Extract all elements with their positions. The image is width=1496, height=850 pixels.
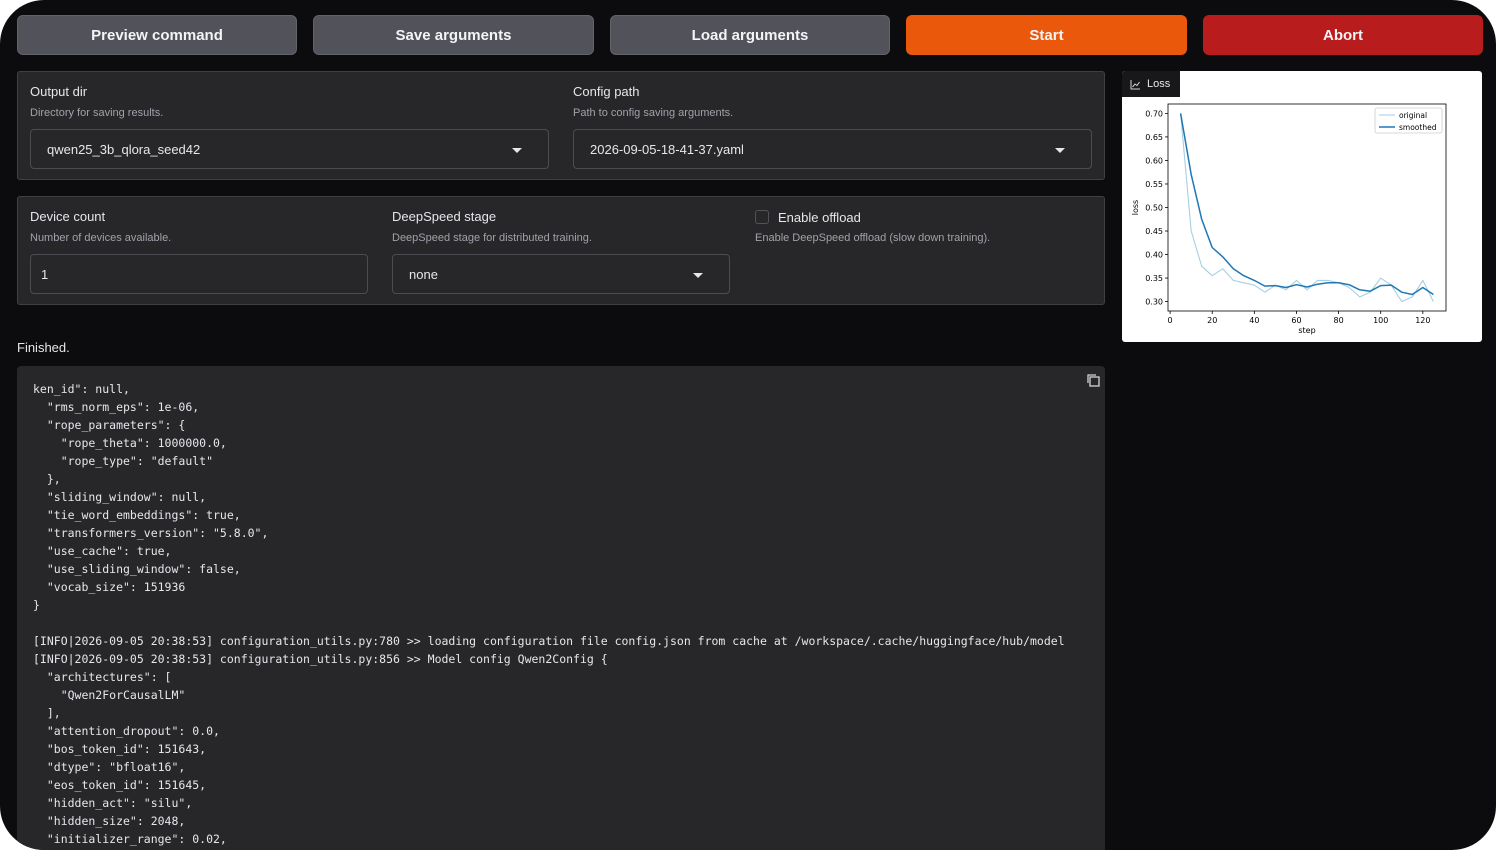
output-dir-info: Directory for saving results.	[30, 107, 164, 119]
log-text: ken_id": null, "rms_norm_eps": 1e-06, "r…	[33, 382, 1065, 846]
x-tick-label: 0	[1168, 316, 1173, 325]
tab-loss[interactable]: Loss	[1122, 71, 1180, 97]
device-count-label: Device count	[30, 209, 106, 224]
output-dir-label: Output dir	[30, 84, 88, 99]
legend-label: original	[1399, 111, 1427, 120]
y-axis-label: loss	[1131, 200, 1140, 215]
x-axis-label: step	[1298, 326, 1315, 335]
paths-panel: Output dir Directory for saving results.…	[17, 71, 1105, 180]
x-tick-label: 40	[1249, 316, 1259, 325]
loss-chart: 0 20 40 60 80 100 120 0.30 0.35 0.40 0.45 0.50 0.55 0…	[1131, 103, 1447, 335]
chevron-down-icon	[693, 273, 703, 278]
legend-label: smoothed	[1399, 123, 1437, 132]
deepspeed-stage-info: DeepSpeed stage for distributed training…	[392, 232, 592, 244]
loss-chart-panel: 0 20 40 60 80 100 120 0.30 0.35 0.40 0.45 0.50 0.55 0…	[1122, 71, 1482, 342]
start-button[interactable]: Start	[906, 15, 1187, 55]
x-tick-label: 60	[1291, 316, 1301, 325]
output-dir-value: qwen25_3b_qlora_seed42	[47, 142, 201, 157]
device-panel: Device count Number of devices available…	[17, 196, 1105, 305]
save-arguments-button[interactable]: Save arguments	[313, 15, 594, 55]
config-path-dropdown[interactable]: 2026-09-05-18-41-37.yaml	[573, 129, 1092, 169]
y-tick-label: 0.45	[1145, 227, 1163, 236]
y-tick-label: 0.40	[1145, 251, 1163, 260]
config-path-value: 2026-09-05-18-41-37.yaml	[590, 142, 744, 157]
y-tick-label: 0.60	[1145, 156, 1163, 165]
enable-offload-info: Enable DeepSpeed offload (slow down trai…	[755, 232, 991, 244]
preview-command-button[interactable]: Preview command	[17, 15, 297, 55]
plot-frame	[1167, 103, 1447, 312]
status-text: Finished.	[17, 340, 70, 355]
y-tick-label: 0.70	[1145, 109, 1163, 118]
copy-icon[interactable]	[1085, 372, 1101, 388]
y-tick-label: 0.55	[1145, 180, 1163, 189]
chart-tab-label: Loss	[1147, 78, 1171, 90]
series-line-smoothed	[1179, 113, 1434, 296]
y-tick-label: 0.35	[1145, 274, 1163, 283]
series-line-original	[1180, 113, 1434, 303]
y-tick-label: 0.50	[1145, 204, 1163, 213]
config-path-info: Path to config saving arguments.	[573, 107, 734, 119]
output-dir-dropdown[interactable]: qwen25_3b_qlora_seed42	[30, 129, 549, 169]
x-tick-label: 80	[1333, 316, 1343, 325]
abort-button[interactable]: Abort	[1203, 15, 1483, 55]
enable-offload-label[interactable]: Enable offload	[778, 210, 861, 225]
load-arguments-button[interactable]: Load arguments	[610, 15, 890, 55]
device-count-info: Number of devices available.	[30, 232, 172, 244]
deepspeed-stage-value: none	[409, 267, 438, 282]
enable-offload-checkbox[interactable]	[755, 210, 769, 224]
output-log[interactable]: ken_id": null, "rms_norm_eps": 1e-06, "r…	[17, 366, 1105, 850]
x-tick-label: 120	[1415, 316, 1430, 325]
chart-icon	[1130, 79, 1140, 89]
y-tick-label: 0.30	[1145, 298, 1163, 307]
device-count-input[interactable]: 1	[30, 254, 368, 294]
config-path-label: Config path	[573, 84, 640, 99]
chevron-down-icon	[1055, 148, 1065, 153]
x-tick-label: 100	[1373, 316, 1388, 325]
x-tick-label: 20	[1207, 316, 1217, 325]
y-tick-label: 0.65	[1145, 133, 1163, 142]
device-count-value: 1	[41, 267, 49, 282]
deepspeed-stage-dropdown[interactable]: none	[392, 254, 730, 294]
chevron-down-icon	[512, 148, 522, 153]
app-window: Preview command Save arguments Load argu…	[0, 0, 1496, 850]
deepspeed-stage-label: DeepSpeed stage	[392, 209, 497, 224]
